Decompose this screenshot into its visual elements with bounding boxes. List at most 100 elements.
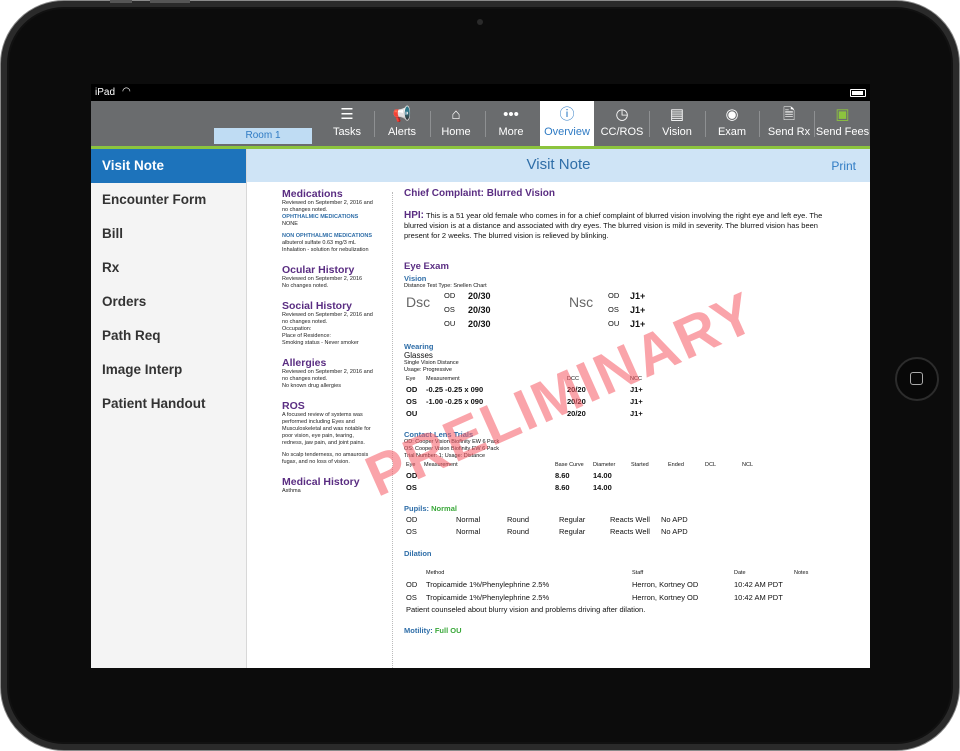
note-text: Musculoskeletal and was notable for <box>282 426 371 432</box>
sidebar-item-orders[interactable]: Orders <box>91 285 246 319</box>
carrier-label: iPad <box>95 87 116 98</box>
note-text: no changes noted. <box>282 319 328 325</box>
pupils-status: Normal <box>431 504 457 513</box>
send-fees-button[interactable]: ▣ Send Fees <box>815 101 870 146</box>
dilation-table: Method Staff Date Notes OD Tropicamide 1… <box>404 558 844 618</box>
eye-label: OD <box>406 515 418 524</box>
dilation-time: 10:42 AM PDT <box>734 593 783 602</box>
sidebar-item-visit-note[interactable]: Visit Note <box>91 149 246 183</box>
eye-label: OD <box>444 291 456 300</box>
acuity-value: 20/30 <box>468 291 491 301</box>
note-text: A focused review of systems was <box>282 412 363 418</box>
clock-icon: ◷ <box>615 106 629 123</box>
sidebar: Visit Note Encounter Form Bill Rx Orders… <box>91 149 247 668</box>
sidebar-item-image-interp[interactable]: Image Interp <box>91 353 246 387</box>
hardware-button <box>110 0 132 3</box>
exam-button[interactable]: ◉ Exam <box>708 101 756 146</box>
near-acuity-value: J1+ <box>630 305 646 315</box>
dsc-label: Dsc <box>406 294 431 310</box>
pupil-value: Regular <box>559 527 586 536</box>
vision-table: Dsc OD 20/30 OS 20/30 OU 20/30 Nsc OD J1… <box>404 290 844 332</box>
eye-icon: ◉ <box>725 106 739 123</box>
send-rx-button[interactable]: 🗎 Send Rx <box>762 101 816 146</box>
overview-button[interactable]: ⓘ Overview <box>540 101 594 146</box>
print-button[interactable]: Print <box>831 159 856 173</box>
toolbar: Room 1 ☰ Tasks 📢 Alerts ⌂ Home ••• More … <box>91 101 870 149</box>
dilation-staff: Herron, Kortney OD <box>632 593 699 602</box>
sidebar-item-rx[interactable]: Rx <box>91 251 246 285</box>
dilation-staff: Herron, Kortney OD <box>632 580 699 589</box>
vision-button[interactable]: ▤ Vision <box>653 101 701 146</box>
note-text: No changes noted. <box>282 283 329 289</box>
base-curve-value: 8.60 <box>555 471 570 480</box>
screen: iPad ◠ Room 1 ☰ Tasks 📢 Alerts ⌂ Home ••… <box>91 84 870 668</box>
dilation-method: Tropicamide 1%/Phenylephrine 2.5% <box>426 593 550 602</box>
note-text: no changes noted. <box>282 376 328 382</box>
user-circle-icon: ⓘ <box>559 106 575 123</box>
wifi-icon: ◠ <box>122 86 131 97</box>
pupils-heading: Pupils: Normal <box>404 504 844 513</box>
column-header: Notes <box>794 570 809 576</box>
eye-label: OS <box>444 305 455 314</box>
eye-label: OD <box>406 385 418 394</box>
note-text: no changes noted. <box>282 207 328 213</box>
note-text: Smoking status - Never smoker <box>282 340 359 346</box>
column-header: Started <box>631 462 649 468</box>
tasks-icon: ☰ <box>340 106 354 123</box>
note-text: Occupation: <box>282 326 312 332</box>
pupils-label: Pupils: <box>404 504 430 513</box>
sidebar-item-path-req[interactable]: Path Req <box>91 319 246 353</box>
note-text: performed including Eyes and <box>282 419 355 425</box>
home-button[interactable] <box>895 357 939 401</box>
sidebar-item-encounter-form[interactable]: Encounter Form <box>91 183 246 217</box>
pupil-value: Normal <box>456 527 481 536</box>
home-nav-button[interactable]: ⌂ Home <box>433 101 479 146</box>
eye-label: OS <box>608 305 619 314</box>
camera <box>477 19 483 25</box>
alerts-button[interactable]: 📢 Alerts <box>377 101 427 146</box>
hardware-button <box>150 0 190 3</box>
diameter-value: 14.00 <box>593 471 612 480</box>
measurement-value: -0.25 -0.25 x 090 <box>426 385 484 394</box>
pupil-value: Regular <box>559 515 586 524</box>
column-header: Base Curve <box>555 462 584 468</box>
ocular-history-title: Ocular History <box>282 264 355 276</box>
base-curve-value: 8.60 <box>555 483 570 492</box>
eye-label: OS <box>406 397 417 406</box>
social-history-title: Social History <box>282 300 353 312</box>
document-icon: 🗎 <box>782 106 796 123</box>
pupil-value: No APD <box>661 527 688 536</box>
nsc-label: Nsc <box>569 294 594 310</box>
ncc-value: J1+ <box>630 409 643 418</box>
acuity-value: 20/30 <box>468 305 491 315</box>
ccros-button[interactable]: ◷ CC/ROS <box>598 101 646 146</box>
pupil-value: Normal <box>456 515 481 524</box>
note-text: Reviewed on September 2, 2016 and <box>282 200 373 206</box>
sidebar-item-bill[interactable]: Bill <box>91 217 246 251</box>
hpi-text: This is a 51 year old female who comes i… <box>404 211 823 240</box>
note-text: Reviewed on September 2, 2016 and <box>282 369 373 375</box>
note-subheading: OPHTHALMIC MEDICATIONS <box>282 214 359 220</box>
sidebar-item-patient-handout[interactable]: Patient Handout <box>91 387 246 421</box>
status-bar: iPad ◠ <box>91 84 870 101</box>
more-icon: ••• <box>503 106 519 123</box>
column-header: Eye <box>406 376 416 382</box>
pupil-value: Round <box>507 515 530 524</box>
near-acuity-value: J1+ <box>630 291 646 301</box>
home-icon: ⌂ <box>451 106 461 123</box>
note-text: No known drug allergies <box>282 383 342 389</box>
note-text: albuterol sulfate 0.63 mg/3 mL <box>282 240 356 246</box>
room-selector[interactable]: Room 1 <box>214 128 312 144</box>
eye-label: OS <box>406 593 417 602</box>
allergies-title: Allergies <box>282 357 327 369</box>
chief-complaint: Chief Complaint: Blurred Vision <box>404 188 555 199</box>
more-button[interactable]: ••• More <box>488 101 534 146</box>
dilation-note: Patient counseled about blurry vision an… <box>406 605 646 614</box>
pupil-value: Reacts Well <box>610 527 650 536</box>
tasks-button[interactable]: ☰ Tasks <box>323 101 371 146</box>
column-header: Date <box>734 570 746 576</box>
diameter-value: 14.00 <box>593 483 612 492</box>
note-text: Inhalation - solution for nebulization <box>282 247 369 253</box>
eye-label: OU <box>406 409 418 418</box>
pupil-value: No APD <box>661 515 688 524</box>
